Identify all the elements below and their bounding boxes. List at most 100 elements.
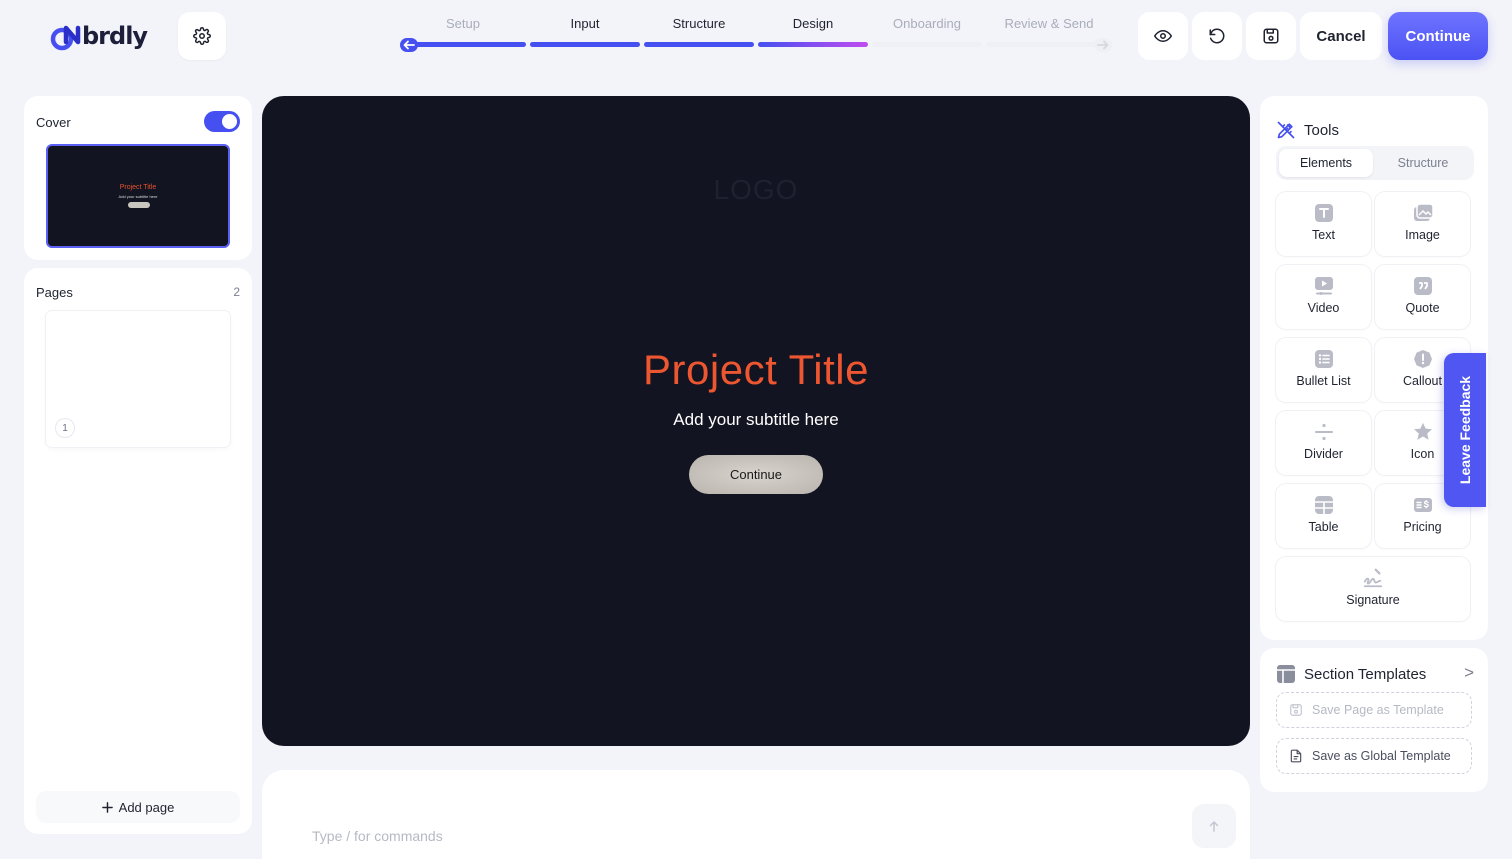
settings-button[interactable] [178, 12, 226, 60]
step-setup[interactable]: Setup [446, 16, 480, 31]
table-icon [1313, 494, 1335, 516]
tool-label: Image [1405, 228, 1440, 242]
tools-tabs: Elements Structure [1276, 146, 1474, 180]
tool-label: Bullet List [1296, 374, 1351, 388]
canvas-continue-button[interactable]: Continue [689, 455, 823, 494]
command-input[interactable]: Type / for commands [312, 828, 443, 844]
bullet-list-icon [1313, 348, 1335, 370]
cover-label: Cover [36, 115, 71, 130]
tool-quote[interactable]: Quote [1375, 265, 1470, 329]
brand-logo[interactable]: brdly [50, 20, 148, 52]
eye-icon [1154, 29, 1172, 43]
save-button[interactable] [1246, 12, 1296, 60]
tab-structure[interactable]: Structure [1376, 149, 1470, 177]
file-icon [1290, 749, 1302, 763]
save-global-template-button[interactable]: Save as Global Template [1276, 738, 1472, 774]
toggle-knob [222, 114, 237, 129]
tab-elements[interactable]: Elements [1279, 149, 1373, 177]
tool-label: Quote [1405, 301, 1440, 315]
layout-template-icon [1277, 665, 1295, 683]
canvas-logo-placeholder[interactable]: LOGO [262, 174, 1250, 206]
rotate-ccw-icon [1209, 28, 1225, 44]
page-thumbnail[interactable]: 1 [46, 311, 230, 447]
cover-thumb-title: Project Title [119, 184, 157, 191]
add-page-label: Add page [118, 799, 175, 815]
cancel-button[interactable]: Cancel [1300, 12, 1382, 60]
logo-mark-icon [50, 25, 81, 51]
pages-panel: Pages 2 1 Add page [24, 268, 252, 834]
save-icon [1263, 28, 1279, 44]
tool-label: Table [1308, 520, 1339, 534]
canvas-subtitle[interactable]: Add your subtitle here [262, 410, 1250, 430]
arrow-up-icon [1209, 821, 1219, 832]
save-global-template-label: Save as Global Template [1312, 749, 1451, 763]
step-bar-structure [644, 42, 754, 47]
templates-title: Section Templates [1304, 665, 1427, 683]
text-icon [1313, 202, 1335, 224]
image-icon [1412, 202, 1434, 224]
page-number-badge: 1 [56, 419, 74, 437]
cover-canvas[interactable]: LOGO Project Title Add your subtitle her… [262, 96, 1250, 746]
cover-thumb-subtitle: Add your subtitle here [118, 194, 158, 199]
cover-toggle[interactable] [204, 111, 240, 132]
step-design[interactable]: Design [793, 16, 833, 31]
gear-icon [193, 27, 211, 45]
step-input[interactable]: Input [571, 16, 600, 31]
video-icon [1313, 275, 1335, 297]
quote-icon [1412, 275, 1434, 297]
tool-text[interactable]: Text [1276, 192, 1371, 256]
cover-thumb-button [128, 202, 150, 208]
step-onboarding[interactable]: Onboarding [893, 16, 961, 31]
tool-label: Pricing [1403, 520, 1442, 534]
tool-label: Text [1312, 228, 1335, 242]
pencil-ruler-icon [1277, 121, 1295, 139]
step-bar-review [986, 42, 1104, 47]
save-page-template-button[interactable]: Save Page as Template [1276, 692, 1472, 728]
step-bar-setup [408, 42, 526, 47]
star-icon [1412, 421, 1434, 443]
tool-bullet-list[interactable]: Bullet List [1276, 338, 1371, 402]
tool-video[interactable]: Video [1276, 265, 1371, 329]
continue-button[interactable]: Continue [1388, 12, 1488, 60]
logo-text: brdly [82, 22, 148, 50]
tool-table[interactable]: Table [1276, 484, 1371, 548]
tools-title: Tools [1304, 121, 1340, 139]
add-page-button[interactable]: Add page [36, 791, 240, 823]
step-review-send[interactable]: Review & Send [1005, 16, 1094, 31]
step-bar-design [758, 42, 868, 47]
preview-button[interactable] [1138, 12, 1188, 60]
back-arrow-icon[interactable] [400, 38, 418, 52]
tool-label: Callout [1403, 374, 1442, 388]
undo-button[interactable] [1192, 12, 1242, 60]
tool-divider[interactable]: Divider [1276, 411, 1371, 475]
tools-header: Tools [1276, 120, 1339, 140]
tool-label: Signature [1346, 593, 1400, 607]
save-icon [1290, 704, 1302, 716]
section-templates-panel: Section Templates > Save Page as Templat… [1260, 648, 1488, 792]
step-structure[interactable]: Structure [673, 16, 726, 31]
templates-header[interactable]: Section Templates [1276, 664, 1426, 684]
plus-icon [101, 801, 113, 813]
tool-image[interactable]: Image [1375, 192, 1470, 256]
tool-label: Icon [1410, 447, 1435, 461]
chevron-right-icon[interactable]: > [1464, 663, 1474, 683]
pages-count: 2 [233, 285, 240, 299]
tool-label: Divider [1304, 447, 1343, 461]
canvas-title[interactable]: Project Title [262, 346, 1250, 394]
signature-icon [1362, 567, 1384, 589]
tool-signature[interactable]: Signature [1276, 557, 1470, 621]
save-page-template-label: Save Page as Template [1312, 703, 1444, 717]
leave-feedback-button[interactable]: Leave Feedback [1444, 353, 1486, 507]
cover-thumbnail[interactable]: Project Title Add your subtitle here [46, 144, 230, 248]
tool-label: Video [1307, 301, 1340, 315]
cover-panel: Cover Project Title Add your subtitle he… [24, 96, 252, 260]
step-bar-input [530, 42, 640, 47]
send-button[interactable] [1192, 804, 1236, 848]
progress-stepper: Setup Input Structure Design Onboarding … [398, 14, 1114, 54]
command-input-panel: Type / for commands [262, 770, 1250, 859]
pages-label: Pages [36, 285, 73, 300]
pricing-icon [1412, 494, 1434, 516]
callout-icon [1412, 348, 1434, 370]
forward-arrow-icon[interactable] [1094, 38, 1112, 52]
divider-icon [1313, 421, 1335, 443]
